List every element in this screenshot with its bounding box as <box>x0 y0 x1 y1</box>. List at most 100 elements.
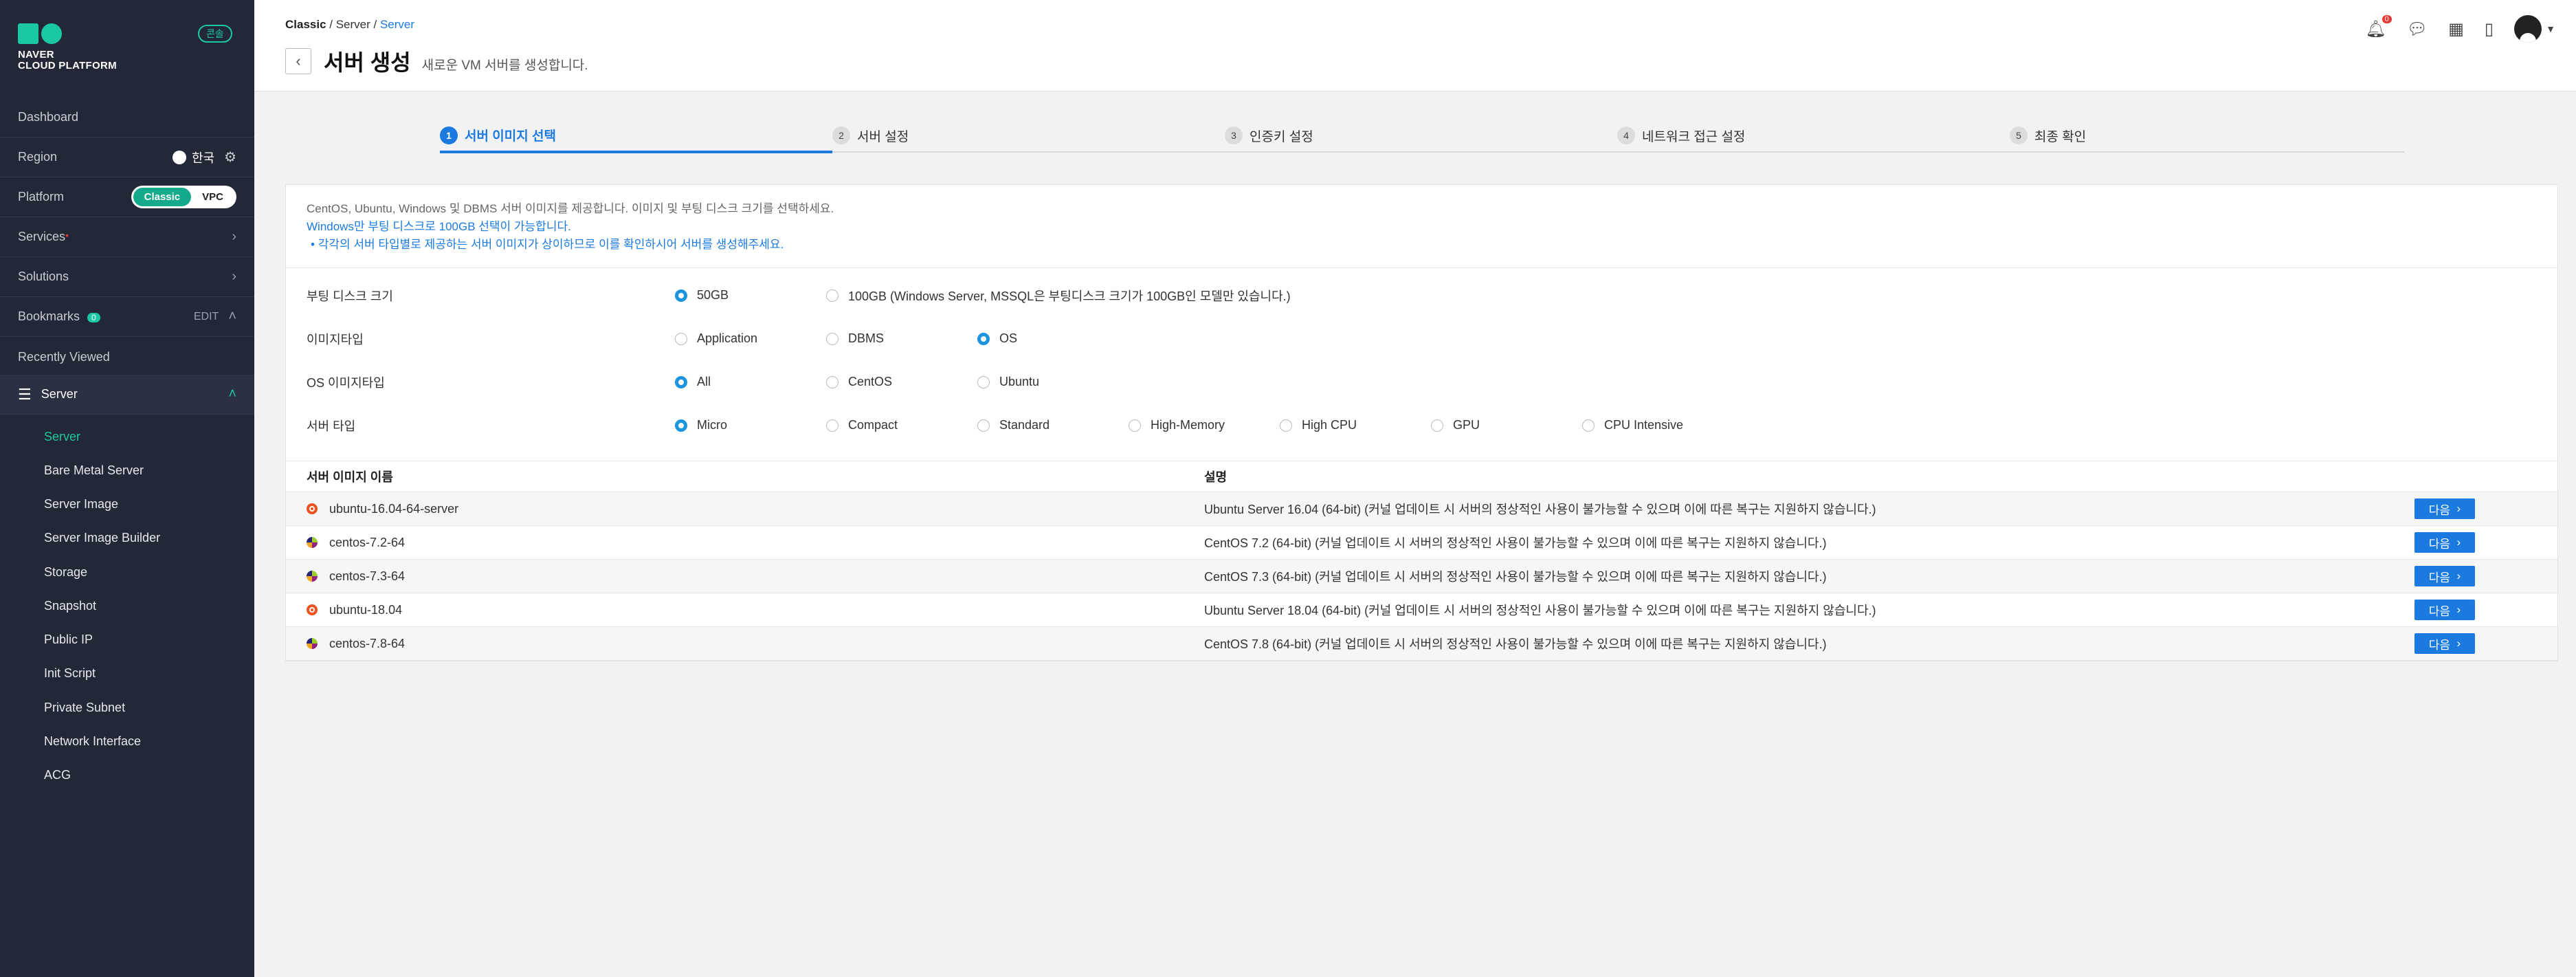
radio-100gb[interactable]: 100GB (Windows Server, MSSQL은 부팅디스크 크기가 … <box>826 287 1291 305</box>
breadcrumb-classic[interactable]: Classic <box>285 18 326 31</box>
radio-centos[interactable]: CentOS <box>826 375 977 389</box>
centos-icon <box>307 638 318 649</box>
row-image-name: centos-7.8-64 <box>329 636 406 650</box>
nav-solutions[interactable]: Solutions › <box>0 257 254 297</box>
radio-high-memory[interactable]: High-Memory <box>1129 418 1280 432</box>
chat-icon[interactable]: 💬︎ <box>2407 19 2428 39</box>
next-button-label: 다음 <box>2428 638 2451 652</box>
page-subtitle: 새로운 VM 서버를 생성합니다. <box>421 58 588 73</box>
row-description: CentOS 7.2 (64-bit) (커널 업데이트 시 서버의 정상적인 … <box>1204 536 1827 550</box>
sidebar-item-server-image[interactable]: Server Image <box>44 497 118 512</box>
radio-gpu[interactable]: GPU <box>1431 418 1582 432</box>
step-3[interactable]: 3 인증키 설정 <box>1225 120 1617 151</box>
sidebar: NAVER CLOUD PLATFORM 콘솔 Dashboard Region … <box>0 0 254 977</box>
radio-50gb[interactable]: 50GB <box>675 288 826 303</box>
main-content: Classic / Server / Server ‹ 서버 생성 새로운 VM… <box>254 0 2576 977</box>
server-image-table: 서버 이미지 이름 설명 ubuntu-16.04-64-server Ubun… <box>286 461 2557 661</box>
naver-cloud-logo[interactable]: NAVER CLOUD PLATFORM <box>18 23 117 72</box>
server-menu-icon: ☰ <box>18 385 32 403</box>
radio-os-label: OS <box>999 331 1018 345</box>
sidebar-item-server-image-builder[interactable]: Server Image Builder <box>44 531 160 545</box>
radio-compact[interactable]: Compact <box>826 418 977 432</box>
radio-dbms[interactable]: DBMS <box>826 331 977 346</box>
sidebar-item-acg[interactable]: ACG <box>44 768 71 782</box>
info-line-3: 각각의 서버 타입별로 제공하는 서버 이미지가 상이하므로 이를 확인하시어 … <box>318 238 784 251</box>
sidebar-item-server[interactable]: Server <box>44 430 80 444</box>
sidebar-item-storage[interactable]: Storage <box>44 565 87 580</box>
sidebar-item-snapshot[interactable]: Snapshot <box>44 599 96 613</box>
radio-unchecked-icon <box>675 332 687 345</box>
calendar-icon[interactable]: ▦ <box>2448 19 2464 39</box>
table-row[interactable]: centos-7.2-64 CentOS 7.2 (64-bit) (커널 업데… <box>286 526 2557 560</box>
breadcrumb-current: Server <box>379 18 415 31</box>
chevron-right-icon: › <box>2456 502 2461 515</box>
next-button-label: 다음 <box>2428 571 2451 584</box>
nav-services[interactable]: Services• › <box>0 217 254 257</box>
nav-server-group[interactable]: ☰ Server ˄ <box>0 375 254 415</box>
next-button-label: 다음 <box>2428 503 2451 517</box>
next-button[interactable]: 다음 › <box>2414 566 2475 586</box>
back-button[interactable]: ‹ <box>285 48 311 74</box>
next-button[interactable]: 다음 › <box>2414 633 2475 654</box>
sidebar-item-private-subnet[interactable]: Private Subnet <box>44 701 125 715</box>
table-row[interactable]: ubuntu-16.04-64-server Ubuntu Server 16.… <box>286 492 2557 526</box>
sidebar-item-bare-metal-server[interactable]: Bare Metal Server <box>44 463 144 478</box>
step-2[interactable]: 2 서버 설정 <box>832 120 1225 151</box>
radio-100gb-label: 100GB (Windows Server, MSSQL은 부팅디스크 크기가 … <box>848 289 1291 303</box>
radio-high-cpu[interactable]: High CPU <box>1280 418 1431 432</box>
radio-compact-label: Compact <box>848 418 898 432</box>
radio-unchecked-icon <box>1280 419 1292 432</box>
document-icon[interactable]: ▯ <box>2485 19 2494 39</box>
next-button[interactable]: 다음 › <box>2414 600 2475 620</box>
chevron-right-icon: › <box>2456 603 2461 616</box>
radio-cpu-intensive[interactable]: CPU Intensive <box>1582 418 1683 432</box>
radio-standard[interactable]: Standard <box>977 418 1129 432</box>
step-1[interactable]: 1 서버 이미지 선택 <box>440 120 832 153</box>
radio-all-label: All <box>697 375 711 388</box>
radio-unchecked-icon <box>826 419 839 432</box>
nav-dashboard[interactable]: Dashboard <box>0 98 254 138</box>
console-badge: 콘솔 <box>198 25 232 43</box>
bookmarks-edit-link[interactable]: EDIT <box>194 311 219 323</box>
chevron-right-icon: › <box>232 229 236 244</box>
table-row[interactable]: centos-7.3-64 CentOS 7.3 (64-bit) (커널 업데… <box>286 560 2557 593</box>
table-row[interactable]: centos-7.8-64 CentOS 7.8 (64-bit) (커널 업데… <box>286 627 2557 661</box>
radio-micro[interactable]: Micro <box>675 418 826 432</box>
radio-unchecked-icon <box>826 289 839 302</box>
step-5-label: 최종 확인 <box>2034 129 2087 144</box>
next-button[interactable]: 다음 › <box>2414 532 2475 553</box>
step-5[interactable]: 5 최종 확인 <box>2010 120 2402 151</box>
boot-disk-row: 부팅 디스크 크기 50GB 100GB (Windows Server, MS… <box>286 274 2557 317</box>
row-description: Ubuntu Server 18.04 (64-bit) (커널 업데이트 시 … <box>1204 604 1876 617</box>
platform-classic-option[interactable]: Classic <box>133 188 192 206</box>
user-menu[interactable]: ▼ <box>2514 15 2555 43</box>
radio-checked-icon <box>675 419 687 432</box>
os-image-type-label: OS 이미지타입 <box>307 375 385 390</box>
radio-os[interactable]: OS <box>977 331 1017 346</box>
nav-region[interactable]: Region 한국 ⚙ <box>0 138 254 177</box>
radio-all[interactable]: All <box>675 375 826 389</box>
settings-gear-icon[interactable]: ⚙ <box>224 149 236 166</box>
table-row[interactable]: ubuntu-18.04 Ubuntu Server 18.04 (64-bit… <box>286 593 2557 627</box>
radio-unchecked-icon <box>1582 419 1595 432</box>
platform-vpc-option[interactable]: VPC <box>191 188 234 206</box>
server-type-row: 서버 타입 Micro Compact Standard High-Memory… <box>286 404 2557 447</box>
sidebar-item-init-script[interactable]: Init Script <box>44 666 96 681</box>
radio-standard-label: Standard <box>999 418 1050 432</box>
sidebar-item-public-ip[interactable]: Public IP <box>44 633 93 647</box>
row-image-name: ubuntu-18.04 <box>329 602 403 617</box>
radio-ubuntu[interactable]: Ubuntu <box>977 375 1039 389</box>
logo-text-2: CLOUD PLATFORM <box>18 60 117 72</box>
notification-bell-icon[interactable]: 🔔︎ 0 <box>2365 14 2392 39</box>
radio-application[interactable]: Application <box>675 331 826 346</box>
radio-checked-icon <box>977 332 990 345</box>
sidebar-item-network-interface[interactable]: Network Interface <box>44 734 141 749</box>
nav-bookmarks[interactable]: Bookmarks 0 EDIT ˄ <box>0 297 254 337</box>
chevron-up-icon[interactable]: ˄ <box>228 309 236 325</box>
image-type-row: 이미지타입 Application DBMS OS <box>286 317 2557 360</box>
breadcrumb-server[interactable]: Server <box>336 18 370 31</box>
radio-high-memory-label: High-Memory <box>1151 418 1225 432</box>
step-4[interactable]: 4 네트워크 접근 설정 <box>1617 120 2010 151</box>
next-button[interactable]: 다음 › <box>2414 498 2475 519</box>
platform-toggle[interactable]: Classic VPC <box>131 186 236 208</box>
